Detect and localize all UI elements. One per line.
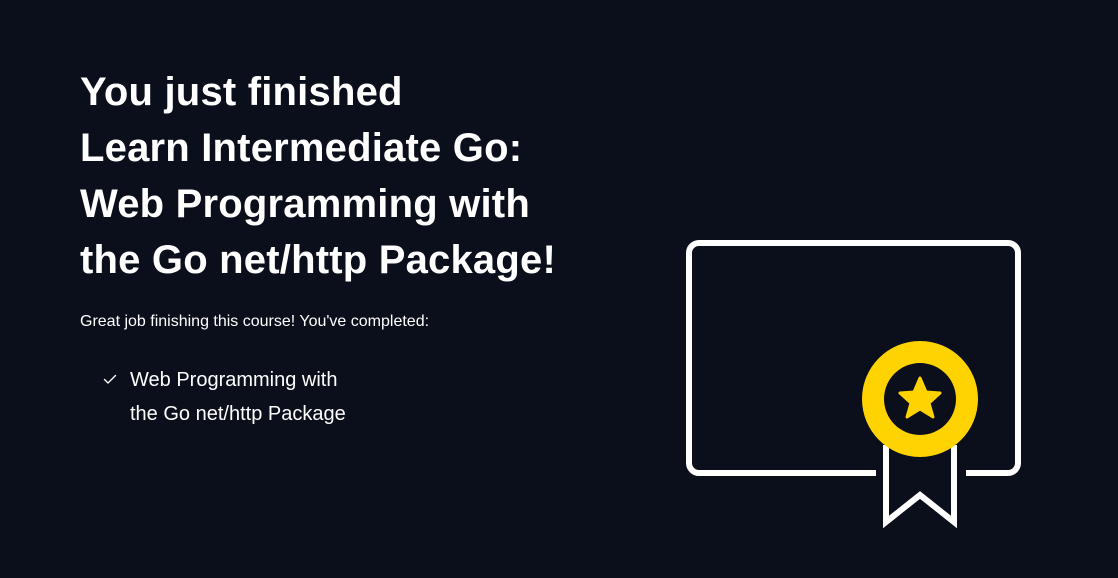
completion-subtitle: Great job finishing this course! You've … [80,313,430,330]
check-icon [103,374,117,384]
completed-item: Web Programming with the Go net/http Pac… [102,367,660,431]
heading-line-3: Web Programming with [80,182,530,226]
certificate-frame [686,240,1021,476]
certificate-award-icon [686,240,1021,529]
heading-line-4: the Go net/http Package! [80,238,556,282]
heading-line-1: You just finished [80,70,403,114]
completed-items-list: Web Programming with the Go net/http Pac… [80,367,660,431]
completion-panel: You just finished Learn Intermediate Go:… [80,64,660,431]
heading-line-2: Learn Intermediate Go: [80,126,523,170]
completion-heading: You just finished Learn Intermediate Go:… [80,64,660,288]
completed-item-label: Web Programming with the Go net/http Pac… [130,369,346,425]
